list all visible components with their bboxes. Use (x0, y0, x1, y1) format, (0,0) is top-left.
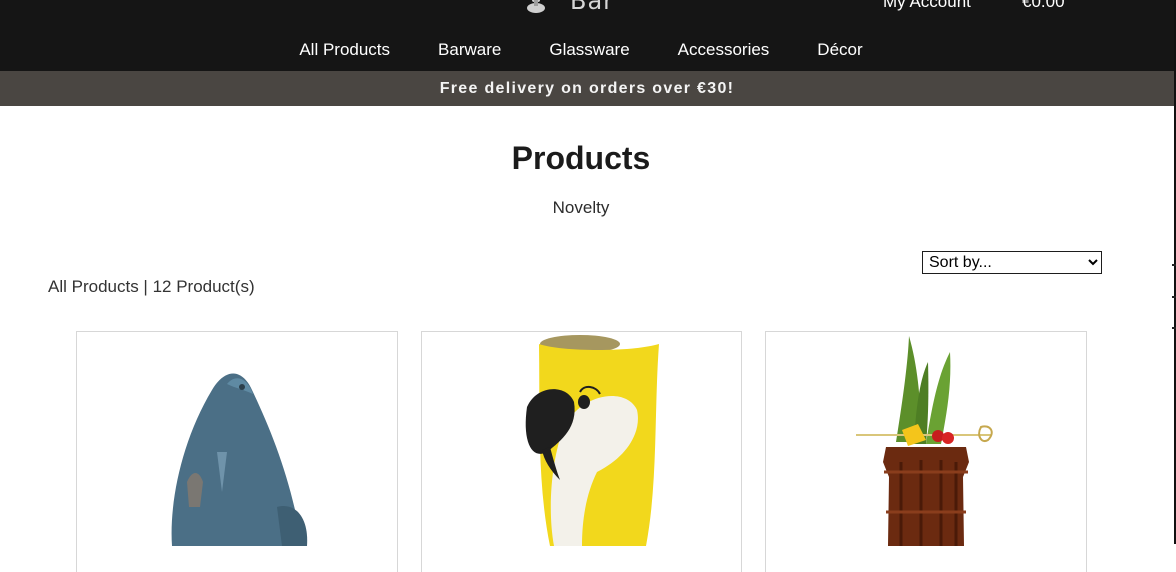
nav-glassware[interactable]: Glassware (525, 30, 653, 70)
sort-select[interactable]: Sort by... (922, 251, 1102, 274)
cocktail-shaker-icon (527, 0, 545, 13)
nav-decor[interactable]: Décor (793, 30, 886, 70)
my-account-link[interactable]: My Account (883, 0, 971, 12)
shark-mug-image[interactable] (77, 332, 397, 572)
promo-banner: Free delivery on orders over €30! (0, 71, 1174, 106)
nav-all-products[interactable]: All Products (275, 30, 414, 70)
parrot-mug-image[interactable] (422, 332, 741, 572)
nav-accessories[interactable]: Accessories (654, 30, 794, 70)
category-subtitle: Novelty (552, 198, 610, 217)
main-nav: All Products Barware Glassware Accessori… (0, 30, 1162, 70)
edge-tick (1172, 264, 1176, 266)
product-card[interactable] (76, 331, 398, 572)
bamboo-mug-image[interactable] (766, 332, 1086, 572)
edge-tick (1172, 327, 1176, 329)
nav-barware[interactable]: Barware (414, 30, 525, 70)
brand-name: Bar (570, 0, 615, 15)
product-card[interactable] (765, 331, 1087, 572)
cart-total[interactable]: €0.00 (1022, 0, 1065, 12)
brand-logo[interactable]: Bar (524, 0, 615, 15)
product-card[interactable] (421, 331, 742, 572)
product-count-summary: All Products | 12 Product(s) (48, 277, 255, 296)
page-title: Products (511, 140, 651, 176)
site-header: Bar My Account €0.00 All Products Barwar… (0, 0, 1174, 71)
edge-tick (1172, 296, 1176, 298)
